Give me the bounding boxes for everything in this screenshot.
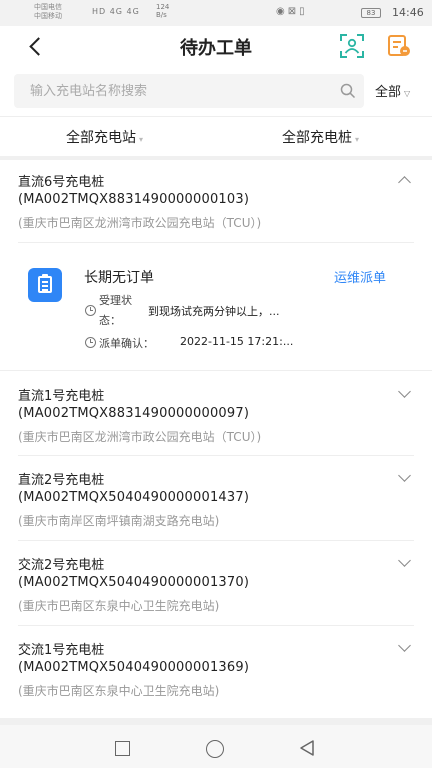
- divider: [18, 455, 414, 456]
- pile-code: (MA002TMQX8831490000000103): [18, 192, 250, 207]
- square-icon[interactable]: [115, 741, 130, 756]
- station-address: (重庆市巴南区东泉中心卫生院充电站): [18, 684, 220, 698]
- alarm-icon: ⊠: [287, 6, 300, 17]
- chevron-down-icon[interactable]: [397, 641, 411, 655]
- bottom-gap: [0, 718, 432, 725]
- page-title: 待办工单: [180, 38, 252, 59]
- eye-icon: ◉: [276, 6, 288, 17]
- list-item[interactable]: 直流6号充电桩 (MA002TMQX8831490000000103) (重庆市…: [0, 171, 432, 235]
- tab-all-piles[interactable]: 全部充电桩 ▾: [282, 127, 359, 147]
- status-value: 到现场试充两分钟以上，...: [148, 305, 280, 318]
- speed-unit: B/s: [156, 11, 167, 19]
- divider: [0, 116, 432, 117]
- chevron-down-icon[interactable]: [397, 387, 411, 401]
- pile-name: 交流1号充电桩: [18, 643, 105, 658]
- search-input[interactable]: [30, 81, 330, 101]
- search-box[interactable]: [14, 74, 364, 108]
- list-item[interactable]: 直流2号充电桩 (MA002TMQX5040490000001437) (重庆市…: [0, 469, 432, 533]
- speed-value: 124: [156, 3, 170, 11]
- confirm-label: 派单确认：: [99, 337, 154, 350]
- app-header: 待办工单: [0, 26, 432, 66]
- tab-all-stations[interactable]: 全部充电站 ▾: [66, 127, 143, 147]
- pile-name: 直流6号充电桩: [18, 175, 105, 190]
- confirm-value: 2022-11-15 17:21:...: [180, 335, 294, 348]
- tab-label: 全部充电站: [66, 130, 136, 146]
- circle-icon[interactable]: [206, 740, 224, 758]
- pile-name: 直流2号充电桩: [18, 473, 105, 488]
- search-row: 全部▽: [0, 72, 432, 112]
- clock: 14:46: [392, 6, 424, 19]
- network-speed: 124 B/s: [156, 3, 169, 19]
- tab-label: 全部充电桩: [282, 130, 352, 146]
- document-icon[interactable]: [386, 33, 412, 59]
- system-nav-bar: [0, 725, 432, 768]
- status-label: 受理状: [99, 294, 132, 307]
- status-filter-dropdown[interactable]: 全部 ▽: [375, 81, 410, 100]
- pile-code: (MA002TMQX8831490000000097): [18, 406, 250, 421]
- order-title: 长期无订单: [84, 270, 154, 286]
- work-order-card[interactable]: 长期无订单 运维派单 受理状 态： 到现场试充两分钟以上，... 派单确认： 2…: [0, 244, 432, 362]
- divider: [18, 625, 414, 626]
- list-item[interactable]: 直流1号充电桩 (MA002TMQX8831490000000097) (重庆市…: [0, 385, 432, 449]
- clock-icon: [85, 305, 96, 316]
- pile-name: 直流1号充电桩: [18, 389, 105, 404]
- dropdown-arrow-icon: ▾: [139, 135, 144, 144]
- clock-icon: [85, 337, 96, 348]
- section-gap: [0, 156, 432, 160]
- dropdown-arrow-icon: ▽: [404, 89, 411, 98]
- search-icon[interactable]: [340, 83, 356, 99]
- battery-icon: 83: [361, 8, 381, 18]
- carrier-1: 中国电信: [34, 3, 62, 11]
- status-bar: 中国电信 中国移动 HD 4G 4G 124 B/s ◉⊠▯ 83 14:46: [0, 0, 432, 26]
- chevron-down-icon[interactable]: [397, 556, 411, 570]
- triangle-back-icon[interactable]: [298, 739, 316, 757]
- station-address: (重庆市巴南区龙洲湾市政公园充电站（TCU）): [18, 430, 262, 444]
- status-label-cont: 态：: [99, 314, 121, 327]
- chevron-up-icon[interactable]: [397, 173, 411, 187]
- pile-code: (MA002TMQX5040490000001437): [18, 490, 250, 505]
- divider: [18, 540, 414, 541]
- station-address: (重庆市巴南区龙洲湾市政公园充电站（TCU）): [18, 216, 262, 230]
- filter-tabs: 全部充电站 ▾ 全部充电桩 ▾: [0, 122, 432, 154]
- pile-code: (MA002TMQX5040490000001370): [18, 575, 250, 590]
- status-icons: ◉⊠▯: [276, 6, 308, 17]
- divider: [0, 370, 432, 371]
- chevron-down-icon[interactable]: [397, 471, 411, 485]
- carrier-info: 中国电信 中国移动: [34, 3, 62, 21]
- dropdown-arrow-icon: ▾: [355, 135, 360, 144]
- station-address: (重庆市巴南区东泉中心卫生院充电站): [18, 599, 220, 613]
- divider: [18, 242, 414, 243]
- list-item[interactable]: 交流1号充电桩 (MA002TMQX5040490000001369) (重庆市…: [0, 639, 432, 703]
- list-item[interactable]: 交流2号充电桩 (MA002TMQX5040490000001370) (重庆市…: [0, 554, 432, 618]
- pile-code: (MA002TMQX5040490000001369): [18, 660, 250, 675]
- network-indicator: HD 4G 4G: [92, 7, 140, 16]
- status-filter-label: 全部: [375, 85, 402, 100]
- vibrate-icon: ▯: [299, 6, 308, 17]
- dispatch-button[interactable]: 运维派单: [334, 267, 386, 286]
- pile-name: 交流2号充电桩: [18, 558, 105, 573]
- station-address: (重庆市南岸区南坪镇南湖支路充电站): [18, 514, 220, 528]
- carrier-2: 中国移动: [34, 12, 62, 20]
- clipboard-icon: [28, 268, 62, 302]
- scan-icon[interactable]: [339, 33, 365, 59]
